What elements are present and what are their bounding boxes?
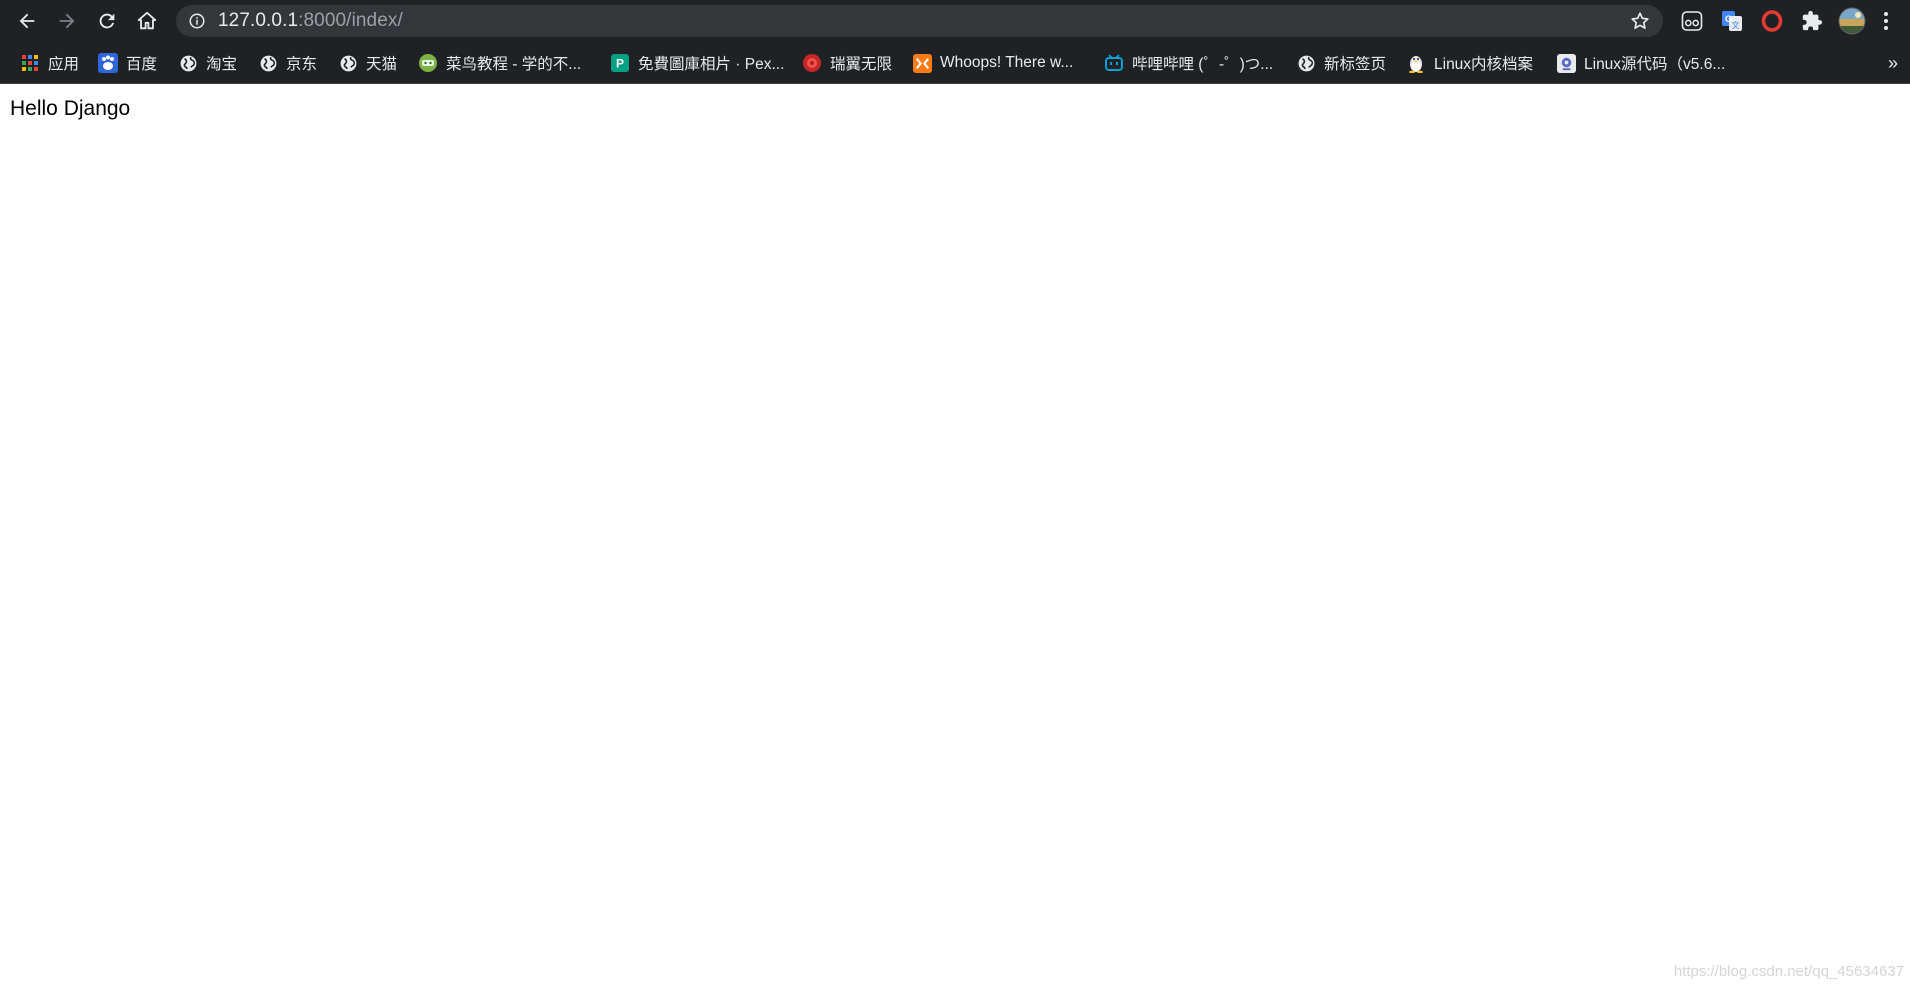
red-circle-o-icon [1761,10,1783,32]
bookmark-bilibili[interactable]: 哔哩哔哩 (゜-゜)つ... [1098,48,1279,78]
profile-avatar-button[interactable] [1838,7,1866,35]
bookmark-label: 免費圖庫相片 · Pex... [638,56,785,73]
bookmark-apps[interactable]: 应用 [14,48,85,78]
reload-icon [99,13,115,29]
bookmark-label: 哔哩哔哩 (゜-゜)つ... [1132,56,1274,73]
more-bookmarks-chevron-icon[interactable]: » [1882,52,1904,74]
runoob-icon [418,53,438,73]
bookmark-label: 百度 [126,56,158,73]
reader-extension-button[interactable] [1678,7,1706,35]
bookmark-new-tab[interactable]: 新标签页 [1290,48,1392,78]
bookmarks-bar: 应用 百度 淘宝 京东 天猫 菜鸟教程 - 学的不... P 免費圖庫相片 · … [0,42,1910,84]
apps-grid-icon [20,53,40,73]
opera-extension-button[interactable] [1758,7,1786,35]
kebab-menu-icon [1884,12,1888,30]
bilibili-icon [1104,53,1124,73]
puzzle-piece-icon [1802,10,1823,31]
bookmark-tmall[interactable]: 天猫 [332,48,403,78]
watermark: https://blog.csdn.net/qq_45634637 [1673,963,1904,980]
bookmark-ruiyi[interactable]: 瑞翼无限 [796,48,898,78]
browser-menu-button[interactable] [1878,7,1894,35]
url-host: 127.0.0.1 [218,10,299,31]
info-icon[interactable] [188,12,206,30]
bookmark-label: 菜鸟教程 - 学的不... [446,56,582,73]
bookmark-label: 淘宝 [206,56,238,73]
bookmark-label: 新标签页 [1324,56,1387,73]
tux-icon [1406,53,1426,73]
browser-toolbar: 127.0.0.1:8000/index/ G 文 [0,0,1910,42]
svg-text:文: 文 [1732,20,1740,30]
arrow-right-icon [59,13,75,29]
globe-icon [258,53,278,73]
pexels-icon: P [610,53,630,73]
url-text[interactable]: 127.0.0.1:8000/index/ [218,5,403,37]
bookmark-label: 应用 [48,56,80,73]
bookmark-runoob[interactable]: 菜鸟教程 - 学的不... [412,48,587,78]
google-translate-icon: G 文 [1722,11,1742,31]
bookmark-whoops[interactable]: Whoops! There w... [906,48,1079,78]
bootlin-icon [1556,53,1576,73]
bookmark-linux-source[interactable]: Linux源代码（v5.6... [1550,48,1731,78]
bookmark-label: 天猫 [366,56,398,73]
globe-icon [338,53,358,73]
forward-button[interactable] [47,1,87,41]
address-bar[interactable]: 127.0.0.1:8000/index/ [176,5,1663,37]
url-path: :8000/index/ [298,10,403,31]
bookmark-label: Linux源代码（v5.6... [1584,56,1726,73]
bookmark-taobao[interactable]: 淘宝 [172,48,243,78]
bookmark-pexels[interactable]: P 免費圖庫相片 · Pex... [604,48,790,78]
globe-icon [178,53,198,73]
back-button[interactable] [7,1,47,41]
arrow-left-icon [19,13,35,29]
bookmark-jd[interactable]: 京东 [252,48,323,78]
home-button[interactable] [127,1,167,41]
bookmark-linux-kernel-archives[interactable]: Linux内核档案 [1400,48,1539,78]
extensions-button[interactable] [1798,7,1826,35]
bookmark-label: Linux内核档案 [1434,56,1534,73]
translate-extension-button[interactable]: G 文 [1718,7,1746,35]
bookmark-label: Whoops! There w... [940,54,1074,71]
star-bookmark-icon[interactable] [1629,10,1651,32]
bookmark-label: 瑞翼无限 [830,56,893,73]
home-icon [137,11,157,30]
whoops-icon [912,53,932,73]
page-body-text: Hello Django [10,97,131,120]
ruiyi-icon [802,53,822,73]
svg-text:P: P [616,57,624,71]
avatar-icon [1838,7,1866,35]
baidu-paw-icon [98,53,118,73]
bookmark-label: 京东 [286,56,318,73]
bookmark-baidu[interactable]: 百度 [92,48,163,78]
reload-button[interactable] [87,1,127,41]
page-viewport: Hello Django https://blog.csdn.net/qq_45… [0,85,1910,988]
browser-window: 127.0.0.1:8000/index/ G 文 应用 百度 淘宝 京东 天猫… [0,0,1910,988]
glasses-icon [1681,11,1703,31]
globe-icon [1296,53,1316,73]
